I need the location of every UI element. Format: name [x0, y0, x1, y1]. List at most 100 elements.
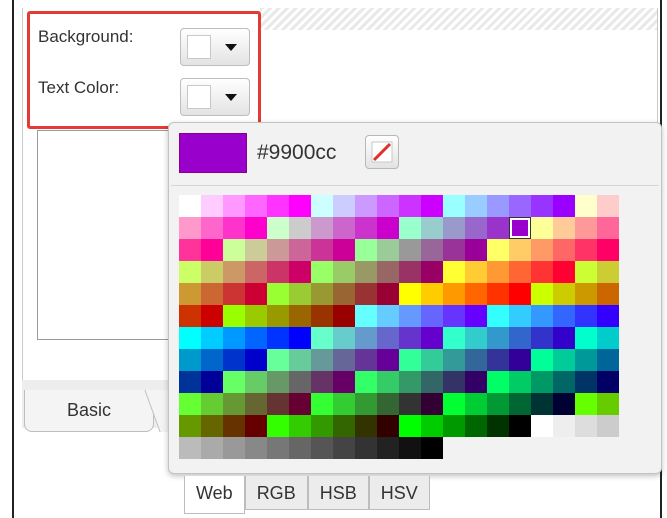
color-swatch-cell[interactable] [377, 371, 399, 393]
color-swatch-cell[interactable] [311, 349, 333, 371]
color-swatch-cell[interactable] [267, 305, 289, 327]
color-swatch-cell[interactable] [223, 415, 245, 437]
color-swatch-cell[interactable] [267, 349, 289, 371]
color-swatch-cell[interactable] [201, 371, 223, 393]
color-swatch-cell[interactable] [575, 327, 597, 349]
color-swatch-cell[interactable] [531, 217, 553, 239]
color-swatch-cell[interactable] [179, 393, 201, 415]
color-swatch-cell[interactable] [443, 217, 465, 239]
color-swatch-cell[interactable] [289, 283, 311, 305]
color-swatch-cell[interactable] [355, 349, 377, 371]
color-swatch-cell[interactable] [465, 283, 487, 305]
color-swatch-cell[interactable] [201, 239, 223, 261]
color-swatch-cell[interactable] [223, 393, 245, 415]
color-swatch-cell[interactable] [509, 283, 531, 305]
color-swatch-cell[interactable] [597, 195, 619, 217]
color-swatch-cell[interactable] [267, 261, 289, 283]
mode-tab-hsv[interactable]: HSV [368, 476, 430, 510]
color-swatch-cell[interactable] [377, 415, 399, 437]
color-swatch-cell[interactable] [443, 239, 465, 261]
color-swatch-cell[interactable] [311, 393, 333, 415]
color-swatch-cell[interactable] [355, 415, 377, 437]
color-swatch-cell[interactable] [377, 195, 399, 217]
color-swatch-cell[interactable] [509, 217, 531, 239]
color-swatch-cell[interactable] [355, 217, 377, 239]
color-swatch-cell[interactable] [333, 415, 355, 437]
color-swatch-cell[interactable] [531, 283, 553, 305]
color-swatch-cell[interactable] [377, 327, 399, 349]
color-swatch-cell[interactable] [355, 195, 377, 217]
color-swatch-cell[interactable] [201, 349, 223, 371]
color-swatch-cell[interactable] [421, 371, 443, 393]
color-swatch-cell[interactable] [355, 261, 377, 283]
color-swatch-cell[interactable] [333, 437, 355, 459]
color-swatch-cell[interactable] [443, 415, 465, 437]
color-swatch-cell[interactable] [597, 305, 619, 327]
color-swatch-cell[interactable] [399, 283, 421, 305]
color-swatch-cell[interactable] [597, 393, 619, 415]
color-swatch-cell[interactable] [179, 261, 201, 283]
color-swatch-cell[interactable] [355, 371, 377, 393]
color-swatch-cell[interactable] [311, 327, 333, 349]
color-swatch-cell[interactable] [509, 239, 531, 261]
color-swatch-cell[interactable] [377, 239, 399, 261]
color-swatch-cell[interactable] [289, 327, 311, 349]
color-swatch-cell[interactable] [399, 415, 421, 437]
color-swatch-cell[interactable] [487, 217, 509, 239]
color-swatch-cell[interactable] [311, 305, 333, 327]
color-swatch-cell[interactable] [553, 283, 575, 305]
color-swatch-cell[interactable] [333, 371, 355, 393]
color-swatch-cell[interactable] [267, 415, 289, 437]
color-swatch-cell[interactable] [487, 393, 509, 415]
color-swatch-cell[interactable] [377, 261, 399, 283]
color-swatch-cell[interactable] [487, 327, 509, 349]
color-swatch-cell[interactable] [333, 305, 355, 327]
color-swatch-cell[interactable] [399, 195, 421, 217]
color-swatch-cell[interactable] [399, 437, 421, 459]
color-swatch-cell[interactable] [201, 261, 223, 283]
color-swatch-cell[interactable] [443, 195, 465, 217]
color-swatch-cell[interactable] [509, 371, 531, 393]
color-swatch-cell[interactable] [575, 393, 597, 415]
color-swatch-cell[interactable] [531, 349, 553, 371]
color-swatch-cell[interactable] [443, 349, 465, 371]
tab-basic[interactable]: Basic [24, 390, 154, 432]
color-swatch-cell[interactable] [531, 393, 553, 415]
color-swatch-cell[interactable] [201, 437, 223, 459]
color-swatch-cell[interactable] [509, 349, 531, 371]
color-swatch-cell[interactable] [333, 195, 355, 217]
color-swatch-cell[interactable] [531, 261, 553, 283]
color-swatch-cell[interactable] [465, 195, 487, 217]
color-swatch-cell[interactable] [575, 305, 597, 327]
color-swatch-cell[interactable] [531, 305, 553, 327]
color-swatch-cell[interactable] [597, 349, 619, 371]
color-swatch-cell[interactable] [289, 415, 311, 437]
color-swatch-cell[interactable] [267, 393, 289, 415]
color-swatch-cell[interactable] [333, 327, 355, 349]
color-swatch-cell[interactable] [355, 327, 377, 349]
color-swatch-cell[interactable] [487, 305, 509, 327]
color-swatch-cell[interactable] [179, 415, 201, 437]
color-swatch-cell[interactable] [223, 217, 245, 239]
color-swatch-cell[interactable] [289, 239, 311, 261]
color-swatch-cell[interactable] [333, 283, 355, 305]
color-swatch-cell[interactable] [223, 305, 245, 327]
color-swatch-cell[interactable] [575, 371, 597, 393]
color-swatch-cell[interactable] [575, 415, 597, 437]
color-swatch-cell[interactable] [179, 305, 201, 327]
color-swatch-cell[interactable] [597, 371, 619, 393]
color-swatch-cell[interactable] [553, 305, 575, 327]
color-swatch-cell[interactable] [223, 195, 245, 217]
color-swatch-cell[interactable] [311, 283, 333, 305]
color-swatch-cell[interactable] [245, 283, 267, 305]
color-swatch-cell[interactable] [289, 195, 311, 217]
color-swatch-cell[interactable] [267, 239, 289, 261]
color-swatch-cell[interactable] [597, 261, 619, 283]
color-swatch-cell[interactable] [267, 217, 289, 239]
color-swatch-cell[interactable] [267, 437, 289, 459]
color-swatch-cell[interactable] [289, 305, 311, 327]
color-swatch-cell[interactable] [179, 239, 201, 261]
color-swatch-cell[interactable] [245, 393, 267, 415]
mode-tab-rgb[interactable]: RGB [244, 476, 308, 510]
color-swatch-cell[interactable] [223, 327, 245, 349]
